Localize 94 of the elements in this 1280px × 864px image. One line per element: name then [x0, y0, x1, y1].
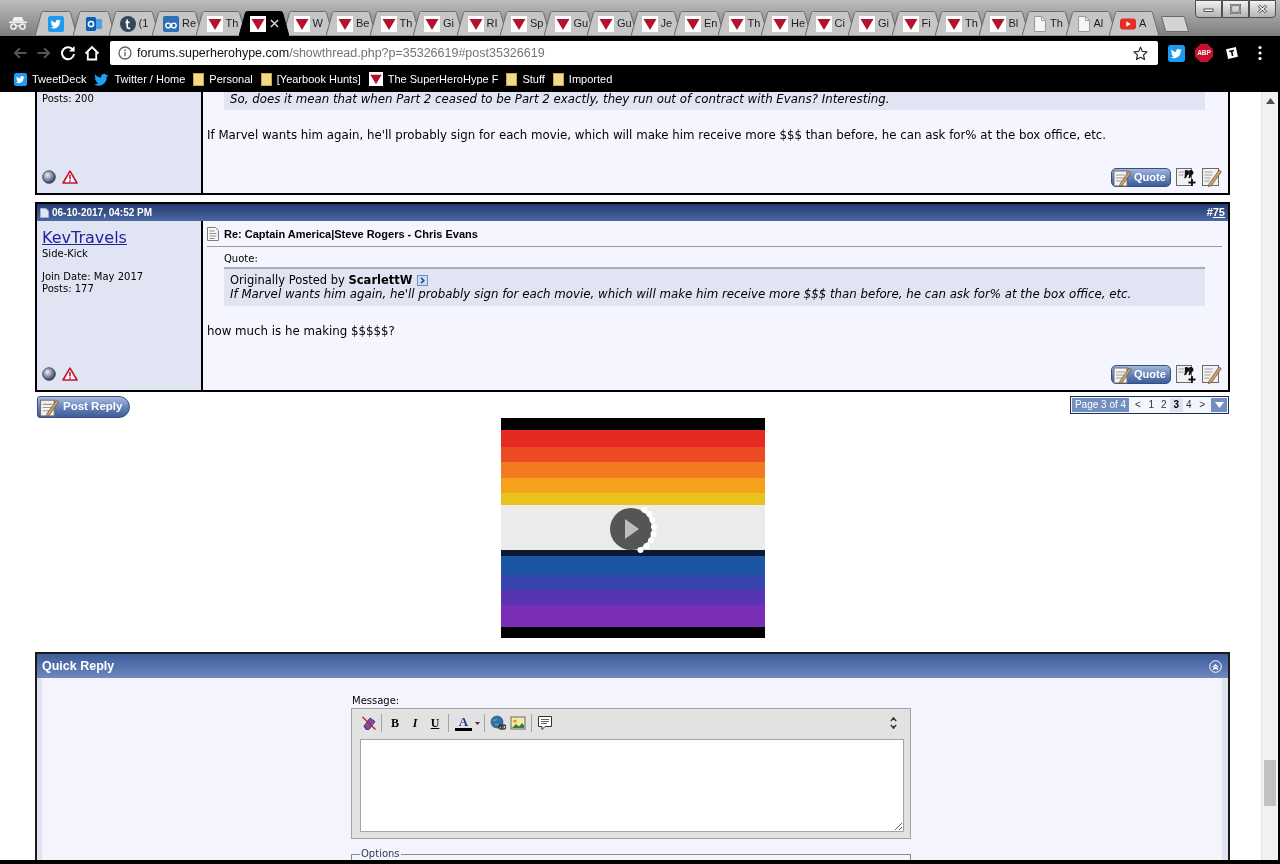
- previous-page-link[interactable]: <: [1131, 398, 1145, 412]
- scroll-up-icon[interactable]: [1265, 98, 1275, 104]
- reload-icon: [60, 45, 76, 61]
- info-icon[interactable]: [118, 46, 132, 60]
- speech-bubble-icon[interactable]: [537, 715, 553, 731]
- scrollbar-thumb[interactable]: [1264, 760, 1276, 806]
- quote-byline: Originally Posted by ScarlettW: [230, 273, 413, 287]
- page-quote-icon[interactable]: [1175, 364, 1197, 384]
- user-rank: Side-Kick: [42, 248, 89, 260]
- join-date: Join Date: May 2017: [42, 271, 145, 283]
- bookmark[interactable]: Twitter / Home: [90, 69, 190, 89]
- bird-icon: [14, 72, 27, 86]
- bird-icon: [94, 72, 110, 86]
- hash-label: #: [1206, 207, 1213, 218]
- mail-icon: [86, 15, 102, 32]
- picture-icon[interactable]: [510, 715, 526, 731]
- notepad-pencil-icon: [1113, 365, 1132, 384]
- notepad-pencil-icon: [39, 397, 60, 417]
- folder-icon: [193, 72, 205, 86]
- post-count: Posts: 200: [42, 93, 95, 105]
- caret-down-icon: [1214, 402, 1224, 408]
- warning-icon[interactable]: [62, 367, 78, 381]
- folder-icon: [506, 72, 518, 86]
- incognito-icon: [8, 16, 28, 30]
- triangle-icon: [368, 72, 383, 86]
- close-icon: [1257, 4, 1268, 14]
- username-link[interactable]: KevTravels: [42, 228, 127, 248]
- page-link[interactable]: 2: [1157, 398, 1171, 412]
- page-icon: [40, 207, 49, 218]
- post-reply-button[interactable]: Post Reply: [37, 396, 130, 418]
- maximize-icon: [1230, 4, 1241, 14]
- notepad-pencil-icon: [1113, 168, 1132, 187]
- page-pencil-icon[interactable]: [1201, 364, 1223, 384]
- page-quote-icon[interactable]: [1175, 167, 1197, 187]
- bookmark[interactable]: Stuff: [502, 69, 549, 89]
- page-jump-button[interactable]: [1211, 398, 1227, 412]
- options-legend: Options: [360, 848, 401, 860]
- bookmark[interactable]: TweetDeck: [10, 69, 91, 89]
- quote-text: If Marvel wants him again, he'll probably sign for each movie, which will make him receive more $$$ than before, he can ask for% at the box office, etc.: [230, 287, 1133, 301]
- panel-title: Quick Reply: [42, 659, 115, 673]
- browser-tab[interactable]: [239, 11, 289, 36]
- folder-icon: [552, 72, 564, 86]
- message-label: Message:: [352, 695, 400, 707]
- star-icon[interactable]: [1133, 45, 1148, 61]
- page-icon: [1076, 15, 1091, 32]
- circle-logo-icon: [119, 15, 136, 32]
- arrow-right-icon: [36, 45, 52, 61]
- bookmark[interactable]: Personal: [189, 69, 257, 89]
- post-count: Posts: 177: [42, 283, 95, 295]
- warning-icon[interactable]: [62, 170, 78, 184]
- post-message: how much is he making $$$$$?: [207, 324, 396, 338]
- browser-tab[interactable]: A: [1109, 11, 1159, 36]
- post-number-link[interactable]: 75: [1212, 207, 1225, 218]
- page-lines-icon: [207, 227, 219, 241]
- maximize-button[interactable]: [1222, 0, 1249, 18]
- home-icon: [84, 45, 100, 61]
- arrow-square-icon[interactable]: [417, 274, 429, 286]
- minimize-button[interactable]: [1195, 0, 1222, 18]
- quote-button[interactable]: Quote: [1111, 365, 1171, 384]
- folder-icon: [260, 72, 272, 86]
- post-title: Re: Captain America|Steve Rogers - Chris Evans: [224, 228, 478, 240]
- post-message: If Marvel wants him again, he'll probably sign for each movie, which will make him receive more $$$ than before, he can ask for% at the box office, etc.: [207, 128, 1108, 142]
- up-down-arrows-icon[interactable]: [890, 716, 897, 730]
- eraser-icon[interactable]: [361, 715, 377, 731]
- bird-icon[interactable]: [1167, 44, 1185, 62]
- arrow-left-icon: [12, 45, 28, 61]
- bookmark[interactable]: The SuperHeroHype F: [364, 69, 503, 89]
- page-link[interactable]: 1: [1144, 398, 1158, 412]
- collapse-icon[interactable]: [1209, 659, 1222, 673]
- bold-button[interactable]: B: [385, 713, 405, 733]
- post-date: 06-10-2017, 04:52 PM: [52, 207, 153, 218]
- quote-text: So, does it mean that when Part 2 ceased to be Part 2 exactly, they run out of contract with Evans? Interesting.: [230, 92, 891, 106]
- next-page-link[interactable]: >: [1195, 398, 1209, 412]
- bookmark[interactable]: Imported: [548, 69, 617, 89]
- menu-icon[interactable]: [1258, 45, 1262, 61]
- page-link[interactable]: 3: [1170, 398, 1183, 412]
- quote-label: Quote:: [224, 253, 259, 265]
- page-icon: [1033, 15, 1047, 32]
- url-text: forums.superherohype.com/showthread.php?p=35326619#post35326619: [137, 44, 545, 62]
- font-color-button[interactable]: A: [452, 713, 481, 733]
- page-pencil-icon[interactable]: [1201, 167, 1223, 187]
- page-count-label: Page 3 of 4: [1071, 398, 1130, 412]
- quote-button[interactable]: Quote: [1111, 168, 1171, 187]
- underline-button[interactable]: U: [425, 713, 445, 733]
- globe-link-icon[interactable]: [490, 715, 506, 731]
- bookmark[interactable]: [Yearbook Hunts]: [256, 69, 365, 89]
- page-link[interactable]: 4: [1182, 398, 1196, 412]
- tile-icon[interactable]: [1224, 45, 1240, 61]
- address-field[interactable]: forums.superherohype.com/showthread.php?p=35326619#post35326619: [110, 41, 1158, 65]
- new-tab-button[interactable]: [1161, 16, 1189, 32]
- close-window-button[interactable]: [1249, 0, 1276, 18]
- caret-icon: [475, 721, 480, 725]
- close-icon[interactable]: [270, 19, 279, 28]
- italic-button[interactable]: I: [405, 713, 425, 733]
